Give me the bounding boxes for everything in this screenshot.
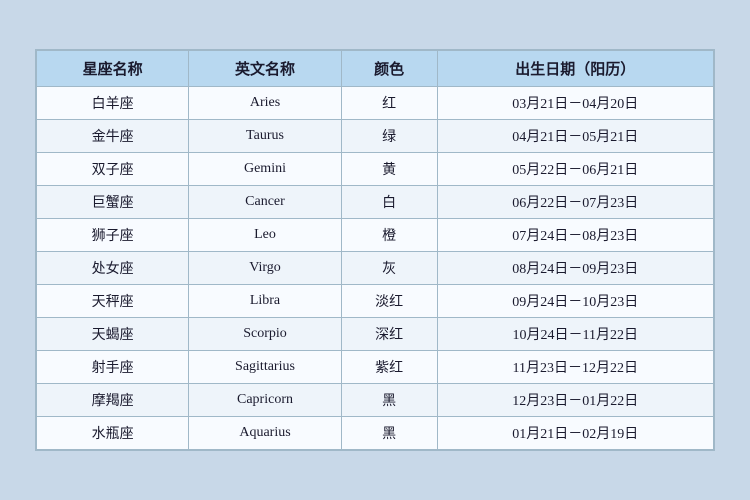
cell-chinese-name: 双子座 bbox=[37, 153, 189, 186]
cell-english-name: Scorpio bbox=[189, 318, 341, 351]
cell-english-name: Libra bbox=[189, 285, 341, 318]
cell-dates: 05月22日－06月21日 bbox=[437, 153, 713, 186]
cell-english-name: Cancer bbox=[189, 186, 341, 219]
cell-color: 淡红 bbox=[341, 285, 437, 318]
cell-dates: 09月24日－10月23日 bbox=[437, 285, 713, 318]
cell-color: 深红 bbox=[341, 318, 437, 351]
cell-color: 红 bbox=[341, 87, 437, 120]
cell-chinese-name: 射手座 bbox=[37, 351, 189, 384]
header-english-name: 英文名称 bbox=[189, 51, 341, 87]
cell-color: 紫红 bbox=[341, 351, 437, 384]
cell-color: 黑 bbox=[341, 384, 437, 417]
cell-chinese-name: 水瓶座 bbox=[37, 417, 189, 450]
cell-dates: 10月24日－11月22日 bbox=[437, 318, 713, 351]
table-row: 狮子座Leo橙07月24日－08月23日 bbox=[37, 219, 714, 252]
table-row: 处女座Virgo灰08月24日－09月23日 bbox=[37, 252, 714, 285]
cell-english-name: Virgo bbox=[189, 252, 341, 285]
cell-chinese-name: 白羊座 bbox=[37, 87, 189, 120]
cell-color: 黑 bbox=[341, 417, 437, 450]
cell-color: 灰 bbox=[341, 252, 437, 285]
cell-chinese-name: 处女座 bbox=[37, 252, 189, 285]
table-row: 金牛座Taurus绿04月21日－05月21日 bbox=[37, 120, 714, 153]
zodiac-table: 星座名称 英文名称 颜色 出生日期（阳历） 白羊座Aries红03月21日－04… bbox=[36, 50, 714, 450]
table-header-row: 星座名称 英文名称 颜色 出生日期（阳历） bbox=[37, 51, 714, 87]
cell-color: 黄 bbox=[341, 153, 437, 186]
cell-dates: 11月23日－12月22日 bbox=[437, 351, 713, 384]
cell-dates: 03月21日－04月20日 bbox=[437, 87, 713, 120]
cell-chinese-name: 巨蟹座 bbox=[37, 186, 189, 219]
table-body: 白羊座Aries红03月21日－04月20日金牛座Taurus绿04月21日－0… bbox=[37, 87, 714, 450]
cell-chinese-name: 摩羯座 bbox=[37, 384, 189, 417]
cell-dates: 08月24日－09月23日 bbox=[437, 252, 713, 285]
cell-english-name: Capricorn bbox=[189, 384, 341, 417]
table-row: 白羊座Aries红03月21日－04月20日 bbox=[37, 87, 714, 120]
cell-dates: 01月21日－02月19日 bbox=[437, 417, 713, 450]
table-row: 双子座Gemini黄05月22日－06月21日 bbox=[37, 153, 714, 186]
header-chinese-name: 星座名称 bbox=[37, 51, 189, 87]
zodiac-table-container: 星座名称 英文名称 颜色 出生日期（阳历） 白羊座Aries红03月21日－04… bbox=[35, 49, 715, 451]
table-row: 天秤座Libra淡红09月24日－10月23日 bbox=[37, 285, 714, 318]
cell-dates: 12月23日－01月22日 bbox=[437, 384, 713, 417]
table-row: 巨蟹座Cancer白06月22日－07月23日 bbox=[37, 186, 714, 219]
cell-english-name: Aries bbox=[189, 87, 341, 120]
header-color: 颜色 bbox=[341, 51, 437, 87]
table-row: 水瓶座Aquarius黑01月21日－02月19日 bbox=[37, 417, 714, 450]
cell-chinese-name: 金牛座 bbox=[37, 120, 189, 153]
cell-color: 白 bbox=[341, 186, 437, 219]
table-row: 摩羯座Capricorn黑12月23日－01月22日 bbox=[37, 384, 714, 417]
cell-english-name: Gemini bbox=[189, 153, 341, 186]
cell-dates: 06月22日－07月23日 bbox=[437, 186, 713, 219]
cell-chinese-name: 狮子座 bbox=[37, 219, 189, 252]
header-dates: 出生日期（阳历） bbox=[437, 51, 713, 87]
cell-english-name: Sagittarius bbox=[189, 351, 341, 384]
cell-chinese-name: 天秤座 bbox=[37, 285, 189, 318]
cell-color: 绿 bbox=[341, 120, 437, 153]
table-row: 射手座Sagittarius紫红11月23日－12月22日 bbox=[37, 351, 714, 384]
table-row: 天蝎座Scorpio深红10月24日－11月22日 bbox=[37, 318, 714, 351]
cell-chinese-name: 天蝎座 bbox=[37, 318, 189, 351]
cell-english-name: Leo bbox=[189, 219, 341, 252]
cell-dates: 04月21日－05月21日 bbox=[437, 120, 713, 153]
cell-color: 橙 bbox=[341, 219, 437, 252]
cell-english-name: Taurus bbox=[189, 120, 341, 153]
cell-dates: 07月24日－08月23日 bbox=[437, 219, 713, 252]
cell-english-name: Aquarius bbox=[189, 417, 341, 450]
